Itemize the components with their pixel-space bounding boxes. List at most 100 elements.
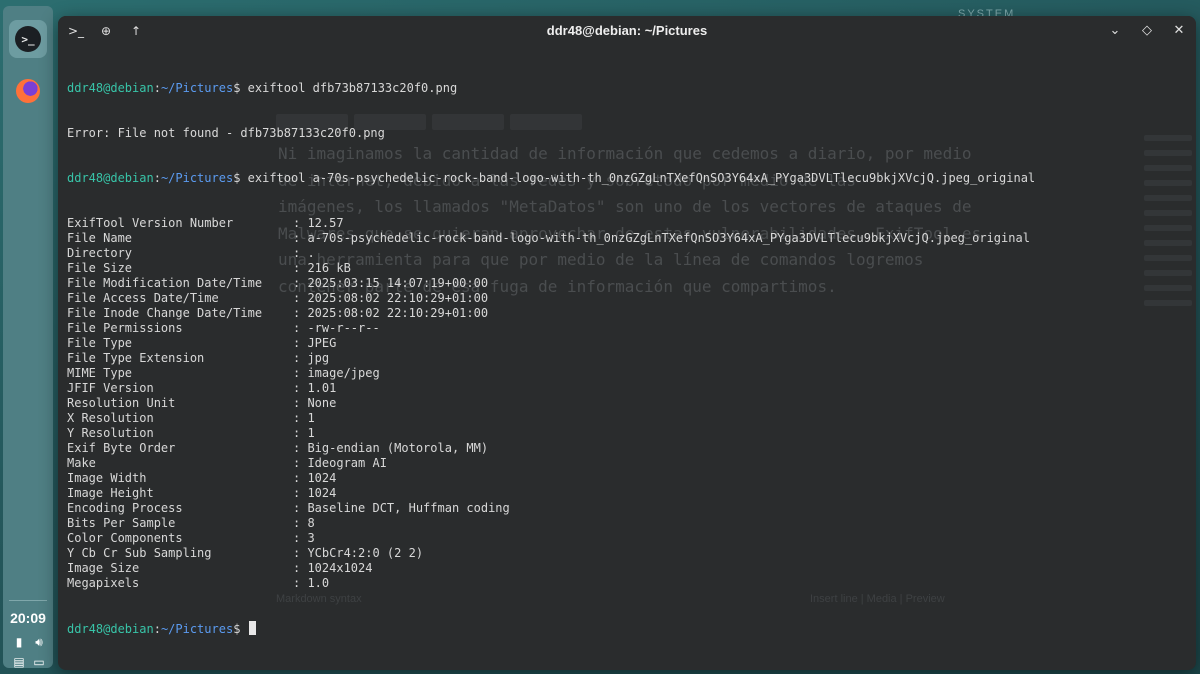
exif-field-row: ExifTool Version Number: 12.57 [67, 216, 344, 230]
exif-field-row: Image Size: 1024x1024 [67, 561, 373, 575]
exif-field-value: 1 [307, 426, 315, 440]
exif-field-value: None [307, 396, 337, 410]
exif-field-row: Bits Per Sample: 8 [67, 516, 315, 530]
exif-field-row: MIME Type: image/jpeg [67, 366, 380, 380]
exif-field-row: Y Resolution: 1 [67, 426, 315, 440]
exif-field-value: Big-endian (Motorola, MM) [307, 441, 489, 455]
exif-fields: ExifTool Version Number: 12.57 File Name:… [67, 216, 1196, 591]
exif-field-value: Ideogram AI [307, 456, 387, 470]
exif-field-value: 2025:03:15 14:07:19+00:00 [307, 276, 489, 290]
error-line: Error: File not found - dfb73b87133c20f0… [67, 126, 385, 140]
command-text: exiftool a-70s-psychedelic-rock-band-log… [247, 171, 1036, 185]
exif-field-value: jpg [307, 351, 330, 365]
terminal-window[interactable]: >_ ⊕ ↑ ddr48@debian: ~/Pictures ⌄ ◇ ✕ Ni… [58, 16, 1196, 670]
exif-field-value: 1024 [307, 486, 337, 500]
exif-field-key: Megapixels [67, 576, 140, 590]
command-line: ddr48@debian:~/Pictures$ [67, 621, 1196, 636]
exif-field-row: Image Height: 1024 [67, 486, 337, 500]
exif-field-row: Encoding Process: Baseline DCT, Huffman … [67, 501, 510, 515]
prompt-user: ddr48@debian [67, 81, 154, 95]
exif-field-key: File Modification Date/Time [67, 276, 263, 290]
exif-field-value: 1.0 [307, 576, 330, 590]
exif-field-key: Y Cb Cr Sub Sampling [67, 546, 212, 560]
exif-field-value: 1024x1024 [307, 561, 373, 575]
exif-field-key: JFIF Version [67, 381, 154, 395]
volume-icon[interactable]: 🔊︎ [32, 635, 46, 649]
exif-field-key: File Inode Change Date/Time [67, 306, 263, 320]
exif-field-key: File Name [67, 231, 133, 245]
exif-field-row: Exif Byte Order: Big-endian (Motorola, M… [67, 441, 489, 455]
exif-field-row: X Resolution: 1 [67, 411, 315, 425]
exif-field-row: File Access Date/Time: 2025:08:02 22:10:… [67, 291, 489, 305]
window-title: ddr48@debian: ~/Pictures [546, 23, 708, 38]
dock: >_ 20:09 ▮ 🔊︎ ▤ ▭ [3, 6, 53, 669]
exif-field-key: File Size [67, 261, 133, 275]
battery-icon[interactable]: ▮ [12, 635, 26, 649]
exif-field-row: Resolution Unit: None [67, 396, 337, 410]
dock-terminal-app[interactable]: >_ [9, 20, 47, 58]
exif-field-value: image/jpeg [307, 366, 380, 380]
exif-field-value: . [307, 246, 315, 260]
command-text: exiftool dfb73b87133c20f0.png [247, 81, 458, 95]
exif-field-key: Directory [67, 246, 133, 260]
terminal-output[interactable]: ddr48@debian:~/Pictures$ exiftool dfb73b… [67, 51, 1196, 666]
firefox-icon [16, 79, 40, 103]
exif-field-value: 12.57 [307, 216, 344, 230]
clipboard-icon[interactable]: ▤ [12, 655, 26, 669]
exif-field-row: File Name: a-70s-psychedelic-rock-band-l… [67, 231, 1030, 245]
maximize-icon[interactable]: ◇ [1140, 21, 1154, 39]
close-icon[interactable]: ✕ [1172, 21, 1186, 39]
exif-field-value: a-70s-psychedelic-rock-band-logo-with-th… [307, 231, 1030, 245]
network-icon[interactable]: ▭ [32, 655, 46, 669]
exif-field-row: File Inode Change Date/Time: 2025:08:02 … [67, 306, 489, 320]
exif-field-row: Y Cb Cr Sub Sampling: YCbCr4:2:0 (2 2) [67, 546, 424, 560]
command-line: ddr48@debian:~/Pictures$ exiftool dfb73b… [67, 81, 458, 95]
exif-field-key: Image Height [67, 486, 154, 500]
exif-field-row: File Type Extension: jpg [67, 351, 330, 365]
text-cursor[interactable] [248, 621, 256, 635]
exif-field-value: 1.01 [307, 381, 337, 395]
exif-field-key: File Permissions [67, 321, 183, 335]
exif-field-key: Encoding Process [67, 501, 183, 515]
exif-field-key: Exif Byte Order [67, 441, 176, 455]
exif-field-key: Image Width [67, 471, 147, 485]
exif-field-value: 3 [307, 531, 315, 545]
exif-field-value: JPEG [307, 336, 337, 350]
terminal-icon: >_ [15, 26, 41, 52]
dock-divider [9, 600, 47, 601]
exif-field-value: YCbCr4:2:0 (2 2) [307, 546, 424, 560]
exif-field-value: 1024 [307, 471, 337, 485]
exif-field-value: 2025:08:02 22:10:29+01:00 [307, 291, 489, 305]
exif-field-key: Color Components [67, 531, 183, 545]
exif-field-row: Color Components: 3 [67, 531, 315, 545]
exif-field-value: 2025:08:02 22:10:29+01:00 [307, 306, 489, 320]
exif-field-key: Resolution Unit [67, 396, 176, 410]
exif-field-value: 8 [307, 516, 315, 530]
exif-field-key: ExifTool Version Number [67, 216, 234, 230]
dock-firefox-app[interactable] [9, 72, 47, 110]
exif-field-key: MIME Type [67, 366, 133, 380]
exif-field-value: -rw-r--r-- [307, 321, 380, 335]
exif-field-key: File Type Extension [67, 351, 205, 365]
title-bar[interactable]: >_ ⊕ ↑ ddr48@debian: ~/Pictures ⌄ ◇ ✕ [58, 16, 1196, 46]
exif-field-key: File Access Date/Time [67, 291, 219, 305]
exif-field-key: File Type [67, 336, 133, 350]
minimize-icon[interactable]: ⌄ [1108, 21, 1122, 39]
exif-field-row: File Type: JPEG [67, 336, 337, 350]
exif-field-row: Megapixels: 1.0 [67, 576, 330, 590]
exif-field-key: Image Size [67, 561, 140, 575]
exif-field-row: Image Width: 1024 [67, 471, 337, 485]
exif-field-value: 216 kB [307, 261, 351, 275]
command-line: ddr48@debian:~/Pictures$ exiftool a-70s-… [67, 171, 1036, 185]
exif-field-row: File Permissions: -rw-r--r-- [67, 321, 380, 335]
exif-field-key: Make [67, 456, 96, 470]
exif-field-row: Directory: . [67, 246, 315, 260]
exif-field-key: Y Resolution [67, 426, 154, 440]
exif-field-row: File Size: 216 kB [67, 261, 351, 275]
clock[interactable]: 20:09 [3, 610, 53, 626]
prompt-path: ~/Pictures [160, 81, 234, 95]
exif-field-key: X Resolution [67, 411, 154, 425]
exif-field-key: Bits Per Sample [67, 516, 176, 530]
exif-field-row: JFIF Version: 1.01 [67, 381, 337, 395]
exif-field-row: File Modification Date/Time: 2025:03:15 … [67, 276, 489, 290]
